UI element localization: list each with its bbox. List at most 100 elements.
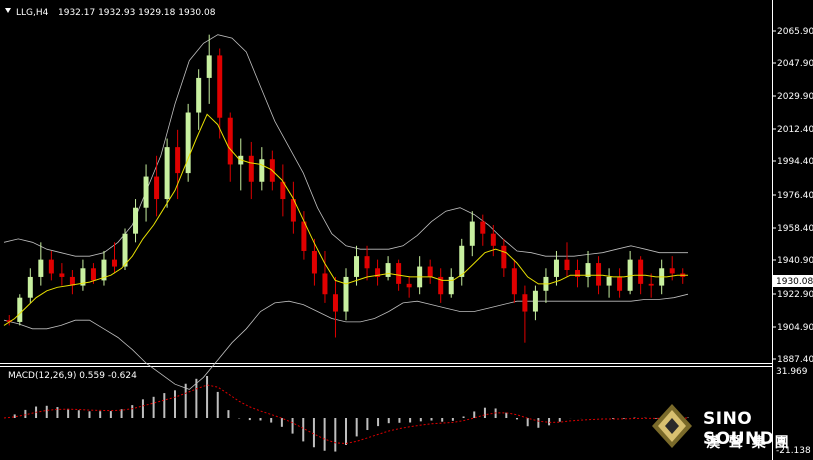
candle[interactable]	[543, 268, 549, 303]
candle[interactable]	[69, 270, 75, 295]
candle-body	[90, 268, 96, 281]
candle-body	[490, 233, 496, 246]
candle[interactable]	[501, 238, 507, 277]
candle[interactable]	[385, 256, 391, 281]
candle[interactable]	[133, 199, 139, 243]
candle[interactable]	[185, 103, 191, 182]
candle[interactable]	[343, 268, 349, 321]
candle[interactable]	[648, 273, 654, 298]
dropdown-triangle-icon[interactable]	[5, 8, 11, 13]
candle-body	[217, 55, 223, 118]
candle-body	[448, 276, 454, 295]
candle-body	[501, 245, 507, 269]
candle[interactable]	[438, 268, 444, 303]
candle-body	[617, 276, 623, 291]
candle-body	[227, 117, 233, 165]
candle[interactable]	[332, 276, 338, 338]
candle-body	[322, 273, 328, 295]
candle[interactable]	[111, 242, 117, 274]
candle[interactable]	[417, 256, 423, 295]
candle[interactable]	[248, 141, 254, 200]
candle-body	[111, 259, 117, 267]
candle[interactable]	[575, 259, 581, 288]
candle[interactable]	[680, 268, 686, 284]
candle[interactable]	[532, 285, 538, 321]
candle[interactable]	[80, 259, 86, 291]
candle[interactable]	[259, 147, 265, 191]
candle-body	[154, 176, 160, 200]
candle-body	[575, 270, 581, 277]
candle[interactable]	[364, 245, 370, 281]
candle[interactable]	[459, 238, 465, 286]
candle[interactable]	[490, 225, 496, 257]
candle-body	[38, 259, 44, 277]
candle-body	[427, 266, 433, 277]
candle-body	[133, 207, 139, 234]
chart-window[interactable]: 2065.90 2047.90 2029.90 2012.40 1994.40 1976.…	[0, 0, 813, 460]
candle-body	[48, 259, 54, 274]
candle-body	[596, 263, 602, 286]
candle-body	[385, 263, 391, 277]
ohlc-values: 1932.17 1932.93 1929.18 1930.08	[58, 8, 216, 18]
candle[interactable]	[143, 164, 149, 222]
candle[interactable]	[17, 294, 23, 326]
candle[interactable]	[511, 259, 517, 303]
macd-histogram	[13, 376, 689, 452]
candle-body	[522, 294, 528, 312]
candle-body	[206, 55, 212, 78]
candle[interactable]	[27, 268, 33, 303]
candle[interactable]	[448, 268, 454, 298]
candle[interactable]	[627, 250, 633, 295]
candle[interactable]	[164, 138, 170, 208]
candle[interactable]	[101, 250, 107, 286]
candle-body	[469, 221, 475, 246]
candle[interactable]	[617, 268, 623, 298]
candle-body	[311, 250, 317, 274]
candle[interactable]	[322, 250, 328, 303]
current-price-label: 1930.08	[776, 277, 813, 287]
candle[interactable]	[6, 315, 12, 326]
candle[interactable]	[59, 263, 65, 286]
band-upper-line	[3, 34, 688, 257]
candle-body	[196, 77, 202, 113]
candle[interactable]	[154, 155, 160, 217]
candle[interactable]	[280, 164, 286, 217]
logo-chinese: 漢 聲 集 團	[706, 435, 791, 451]
candle[interactable]	[48, 250, 54, 281]
candle[interactable]	[427, 259, 433, 284]
candle-body	[185, 112, 191, 174]
candles[interactable]	[6, 34, 686, 343]
price-tick-label: 1994.40	[777, 157, 813, 167]
candle-body	[122, 233, 128, 267]
candle-body	[648, 283, 654, 286]
price-tick-label: 1958.40	[777, 224, 813, 234]
candle[interactable]	[206, 34, 212, 104]
candle[interactable]	[38, 242, 44, 286]
sino-sound-logo-icon	[652, 404, 692, 448]
candle[interactable]	[585, 250, 591, 288]
candle-body	[553, 259, 559, 277]
candle[interactable]	[196, 69, 202, 130]
candle-body	[511, 268, 517, 295]
candle[interactable]	[406, 276, 412, 298]
price-tick-label: 2012.40	[777, 125, 813, 135]
price-tick-label: 1940.90	[777, 256, 813, 266]
price-tick-label: 1904.90	[777, 323, 813, 333]
bollinger-bands	[3, 34, 689, 390]
price-chart[interactable]: 2065.90 2047.90 2029.90 2012.40 1994.40 1976.…	[0, 0, 813, 460]
candle[interactable]	[375, 259, 381, 286]
candle-body	[59, 273, 65, 277]
candle[interactable]	[522, 285, 528, 343]
candle[interactable]	[564, 242, 570, 277]
candle-body	[259, 159, 265, 182]
candle[interactable]	[469, 211, 475, 257]
candle-body	[332, 294, 338, 312]
candle[interactable]	[238, 138, 244, 191]
candle-body	[532, 290, 538, 312]
candle[interactable]	[606, 268, 612, 298]
candle-body	[364, 256, 370, 269]
candle-body	[17, 297, 23, 322]
candle-body	[459, 245, 465, 277]
candle[interactable]	[290, 181, 296, 234]
candle-body	[669, 268, 675, 274]
